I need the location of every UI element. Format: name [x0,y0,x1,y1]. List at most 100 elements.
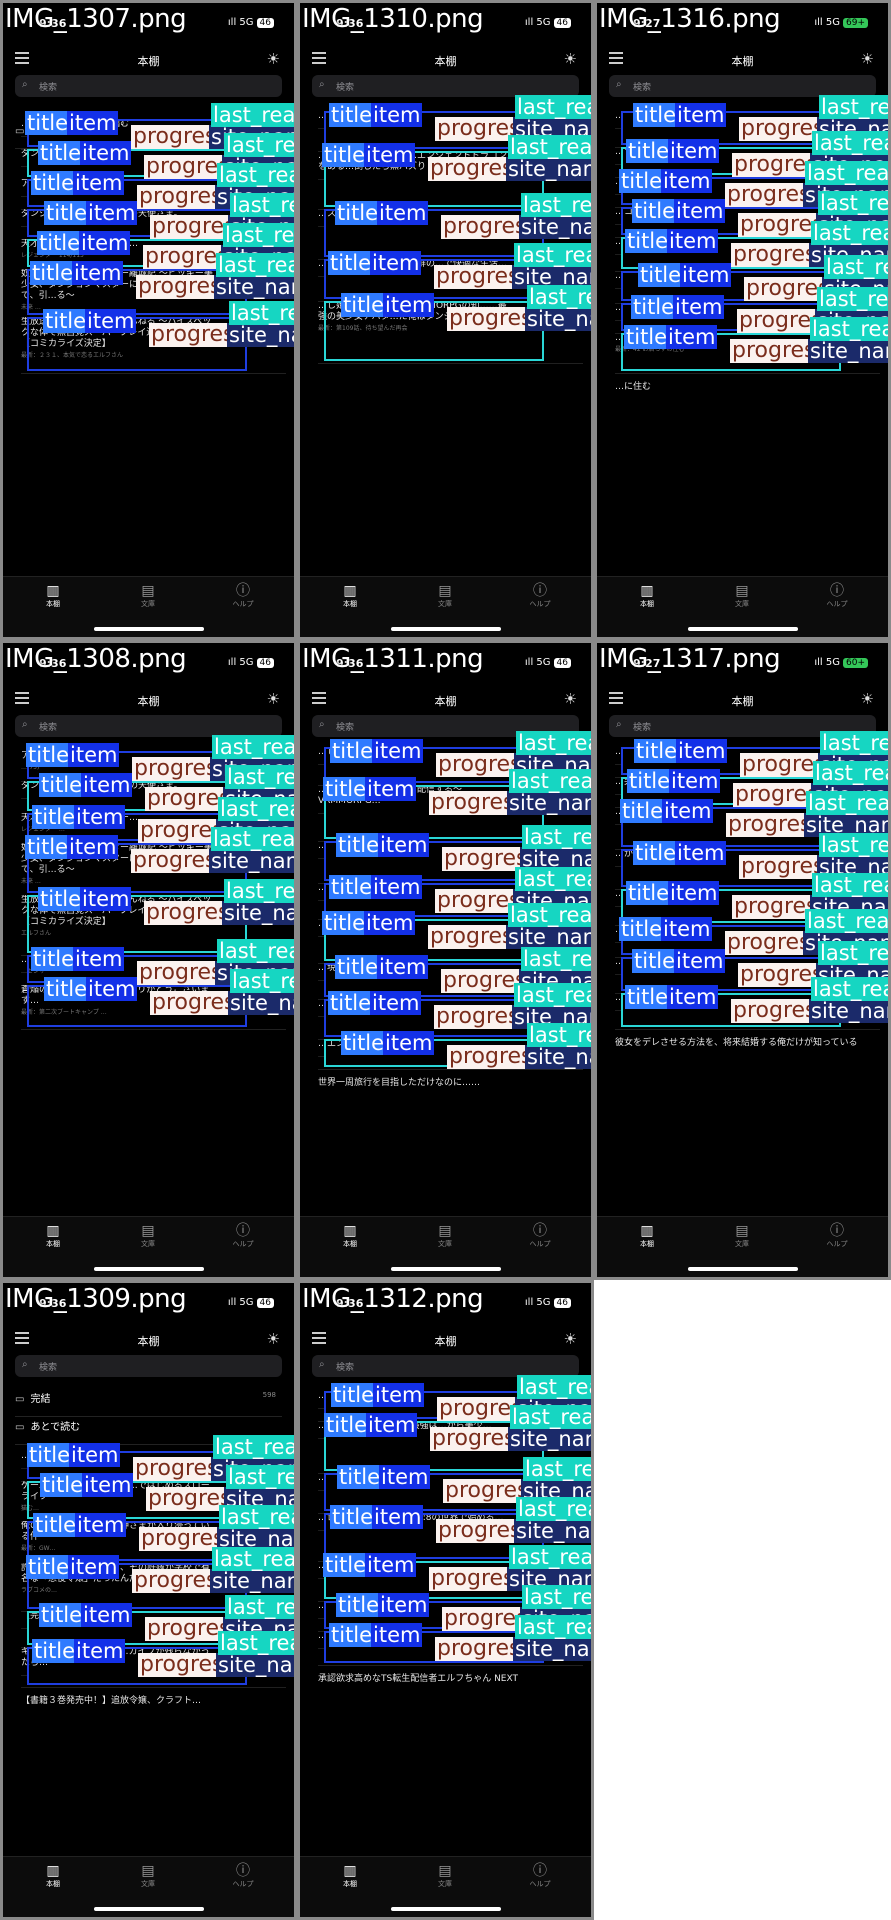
tab-help[interactable]: ⓘ ヘルプ [807,583,867,609]
search-input[interactable]: ⌕ 検索 [609,75,876,97]
overlay-last-read-date-tag: last_read_date [805,161,888,185]
tab-library[interactable]: ▤ 文庫 [712,1223,772,1249]
tab-library[interactable]: ▤ 文庫 [712,583,772,609]
tab-help[interactable]: ⓘ ヘルプ [213,1863,273,1889]
overlay-site-name-tag: site_name [227,323,294,347]
overlay-item-tag: item [377,955,429,979]
tab-bookshelf[interactable]: ▥ 本棚 [23,583,83,609]
tab-label: 文庫 [438,600,452,608]
book-icon: ▥ [46,1863,60,1879]
sun-icon[interactable]: ☀ [564,50,577,68]
overlay-site-name-tag: site_name [210,1569,294,1593]
overlay-site-name-tag: site_name [506,157,591,181]
phone-screen: 9:36ıll 5G46本棚☀⌕検索アキミミ少女……(75)ダンジョン「地球」…… [3,643,294,1277]
tab-label: 文庫 [735,600,749,608]
overlay-item-tag: item [85,309,137,333]
folder-icon: ▭ [15,1394,25,1405]
sun-icon[interactable]: ☀ [861,50,874,68]
tab-bar: ▥ 本棚 ▤ 文庫 ⓘ ヘルプ [300,576,591,637]
tab-label: ヘルプ [529,600,551,608]
overlay-last-read-date-tag: last_read_date [510,1405,591,1429]
book-icon: ▥ [343,583,357,599]
status-right: ıll 5G 46 [228,657,274,668]
tab-bookshelf[interactable]: ▥ 本棚 [320,1223,380,1249]
book-icon: ▥ [46,1223,60,1239]
overlay-last-read-date-tag: last_read_date [226,1465,294,1489]
tab-label: 文庫 [141,1880,155,1888]
tab-bookshelf[interactable]: ▥ 本棚 [617,1223,677,1249]
overlay-last-read-date-tag: last_read_date [224,133,294,157]
search-placeholder: 検索 [39,723,58,733]
book-icon: ▥ [343,1863,357,1879]
nav-bar: 本棚 ☀ [3,1329,294,1353]
tab-bar: ▥ 本棚 ▤ 文庫 ⓘ ヘルプ [3,1856,294,1917]
tab-help[interactable]: ⓘ ヘルプ [213,583,273,609]
info-icon: ⓘ [533,1223,547,1239]
search-input[interactable]: ⌕ 検索 [15,75,282,97]
screenshot-cell: IMG_1316.png9:27ıll 5G69+本棚☀⌕検索………ラゴン………… [594,0,891,640]
overlay-last-read-date-tag: last_read_date [230,969,294,993]
sun-icon[interactable]: ☀ [267,50,280,68]
overlay-last-read-date-tag: last_read_date [522,825,591,849]
overlay-title-tag: title [38,887,84,911]
nav-bar: 本棚 ☀ [300,1329,591,1353]
search-input[interactable]: ⌕ 検索 [312,75,579,97]
tab-bookshelf[interactable]: ▥ 本棚 [320,583,380,609]
overlay-site-name-tag: site_name [514,1519,591,1543]
tab-library[interactable]: ▤ 文庫 [118,1223,178,1249]
overlay-item-tag: item [81,773,133,797]
tab-library[interactable]: ▤ 文庫 [118,583,178,609]
overlay-title-tag: title [40,1473,86,1497]
search-input[interactable]: ⌕ 検索 [15,1355,282,1377]
book-item-plain[interactable]: 承認欲求高めなTS転生配信者エルフちゃん NEXT [318,1673,577,1685]
tab-help[interactable]: ⓘ ヘルプ [510,583,570,609]
info-icon: ⓘ [533,1863,547,1879]
tab-bookshelf[interactable]: ▥ 本棚 [23,1863,83,1889]
overlay-title-tag: title [336,1593,382,1617]
signal-label: 5G [239,1297,254,1308]
overlay-item-tag: item [365,777,417,801]
cell-filename: IMG_1307.png [5,4,187,34]
overlay-last-read-date-tag: last_read_date [508,903,591,927]
overlay-title-tag: title [337,1465,383,1489]
sun-icon[interactable]: ☀ [564,690,577,708]
overlay-title-tag: title [631,295,677,319]
battery-level: 46 [553,18,571,28]
overlay-title-tag: title [322,143,368,167]
sun-icon[interactable]: ☀ [861,690,874,708]
overlay-title-tag: title [27,1443,73,1467]
tab-help[interactable]: ⓘ ヘルプ [510,1863,570,1889]
nav-title: 本棚 [731,55,754,68]
sun-icon[interactable]: ☀ [267,1330,280,1348]
search-input[interactable]: ⌕ 検索 [312,1355,579,1377]
tab-label: 文庫 [438,1880,452,1888]
tab-help[interactable]: ⓘ ヘルプ [510,1223,570,1249]
tab-library[interactable]: ▤ 文庫 [415,1863,475,1889]
home-indicator [687,627,798,631]
tab-help[interactable]: ⓘ ヘルプ [807,1223,867,1249]
tab-library[interactable]: ▤ 文庫 [415,1223,475,1249]
book-item-plain[interactable]: 彼女をデレさせる方法を、将来結婚する俺だけが知っている [615,1037,874,1049]
overlay-item-tag: item [675,103,727,127]
overlay-item-tag: item [676,739,728,763]
status-right: ıll 5G 46 [525,1297,571,1308]
overlay-item-tag: item [667,985,719,1009]
sun-icon[interactable]: ☀ [267,690,280,708]
overlay-title-tag: title [625,985,671,1009]
overlay-site-name-tag: site_name [508,1427,591,1451]
book-item-plain[interactable]: 【書籍３巻発売中！】追放令嬢、クラフト… [21,1695,280,1707]
overlay-item-tag: item [373,1383,425,1407]
tab-library[interactable]: ▤ 文庫 [118,1863,178,1889]
tab-bookshelf[interactable]: ▥ 本棚 [23,1223,83,1249]
tab-bookshelf[interactable]: ▥ 本棚 [320,1863,380,1889]
sun-icon[interactable]: ☀ [564,1330,577,1348]
tab-bookshelf[interactable]: ▥ 本棚 [617,583,677,609]
search-input[interactable]: ⌕ 検索 [15,715,282,737]
tab-help[interactable]: ⓘ ヘルプ [213,1223,273,1249]
book-item-plain[interactable]: 世界一周旅行を目指しただけなのに…… [318,1077,577,1089]
cell-filename: IMG_1316.png [599,4,781,34]
overlay-title-tag: title [329,1623,375,1647]
tab-library[interactable]: ▤ 文庫 [415,583,475,609]
overlay-title-tag: title [626,881,672,905]
book-item-plain[interactable]: …に住む [615,381,874,393]
